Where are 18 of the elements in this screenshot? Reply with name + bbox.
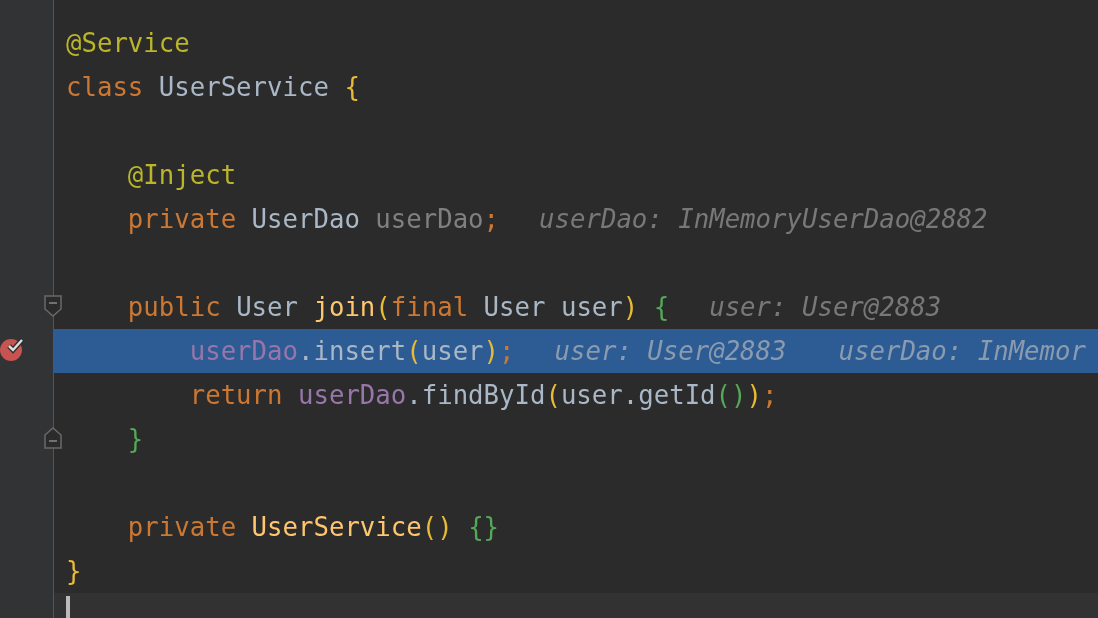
- code-line: return userDao.findById(user.getId());: [188, 380, 778, 410]
- fold-end-icon[interactable]: [44, 427, 62, 449]
- code-line: }: [66, 556, 82, 586]
- code-line: private UserService() {}: [126, 512, 500, 542]
- code-line: userDao.insert(user);: [188, 336, 515, 366]
- inline-value-hint: user: User@2883: [709, 292, 942, 322]
- code-line: class UserService {: [66, 72, 360, 102]
- inline-value-hint: userDao: InMemoryUserDao@2882: [539, 204, 988, 234]
- breakpoint-check-icon[interactable]: [0, 337, 24, 361]
- text-caret: [66, 596, 70, 618]
- code-line: @Service: [66, 28, 190, 58]
- fold-start-icon[interactable]: [44, 295, 62, 317]
- code-line: private UserDao userDao;: [126, 204, 500, 234]
- inline-value-hint: user: User@2883: [554, 336, 787, 366]
- code-line: }: [126, 424, 144, 454]
- code-line: @Inject: [126, 160, 237, 190]
- code-line: public User join(final User user) {: [126, 292, 670, 322]
- inline-value-hint: userDao: InMemor: [838, 336, 1086, 366]
